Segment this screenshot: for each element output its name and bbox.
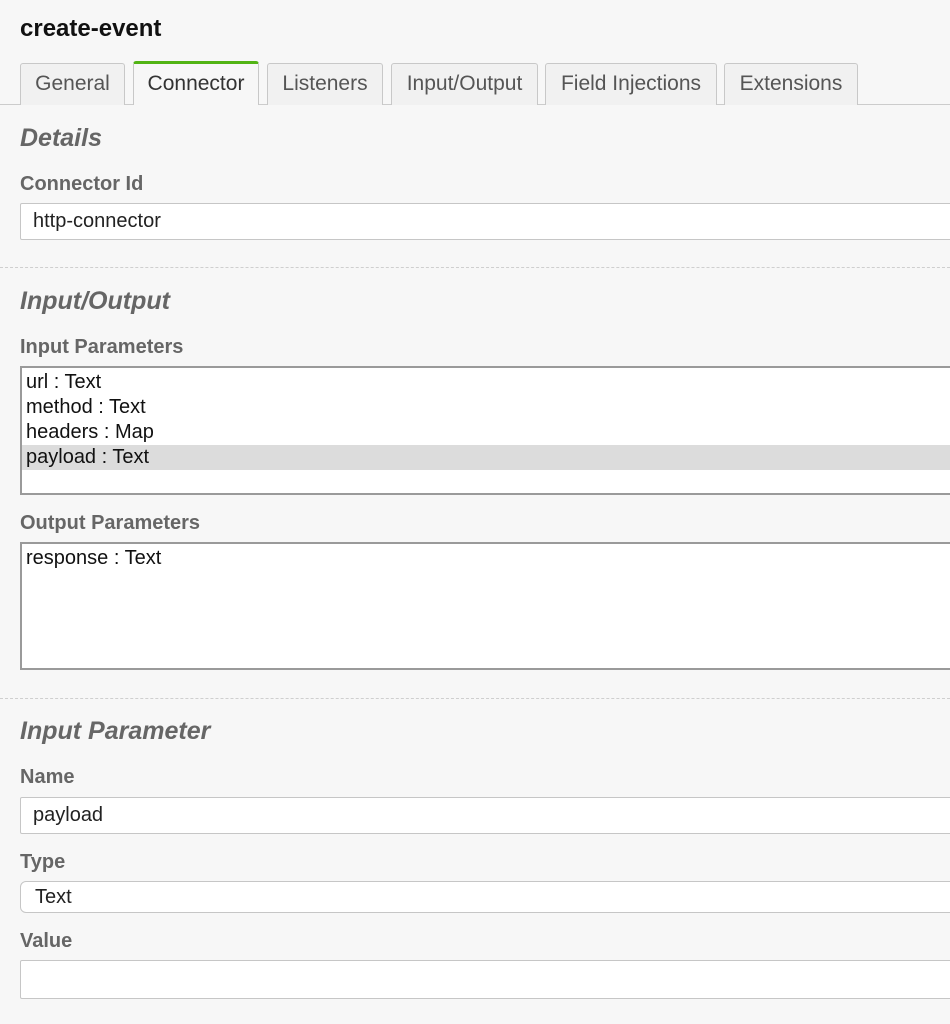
connector-id-input[interactable] <box>20 203 950 240</box>
tab-connector[interactable]: Connector <box>133 61 259 105</box>
tab-listeners[interactable]: Listeners <box>267 63 383 105</box>
type-select[interactable]: Text <box>20 881 950 913</box>
list-item-selected[interactable]: payload : Text <box>22 445 950 470</box>
type-label: Type <box>20 851 66 873</box>
input-parameter-section-title: Input Parameter <box>20 717 211 745</box>
page-title: create-event <box>20 15 162 42</box>
input-parameters-list[interactable]: url : Text method : Text headers : Map p… <box>20 366 950 495</box>
tab-bar: General Connector Listeners Input/Output… <box>0 61 950 105</box>
list-item[interactable]: headers : Map <box>22 420 950 445</box>
name-input[interactable] <box>20 797 950 834</box>
name-label: Name <box>20 766 75 788</box>
tab-extensions[interactable]: Extensions <box>724 63 858 105</box>
input-parameters-label: Input Parameters <box>20 336 184 358</box>
input-output-section-title: Input/Output <box>20 287 170 315</box>
output-parameters-list[interactable]: response : Text <box>20 542 950 670</box>
list-item[interactable]: response : Text <box>22 546 950 571</box>
section-divider <box>0 267 950 268</box>
tab-field-injections[interactable]: Field Injections <box>545 63 717 105</box>
list-item[interactable]: url : Text <box>22 370 950 395</box>
value-label: Value <box>20 930 73 952</box>
tab-general[interactable]: General <box>20 63 125 105</box>
tab-input-output[interactable]: Input/Output <box>391 63 538 105</box>
connector-id-label: Connector Id <box>20 173 144 195</box>
value-input[interactable] <box>20 960 950 999</box>
list-item[interactable]: method : Text <box>22 395 950 420</box>
section-divider <box>0 698 950 699</box>
details-section-title: Details <box>20 124 102 152</box>
output-parameters-label: Output Parameters <box>20 512 201 534</box>
